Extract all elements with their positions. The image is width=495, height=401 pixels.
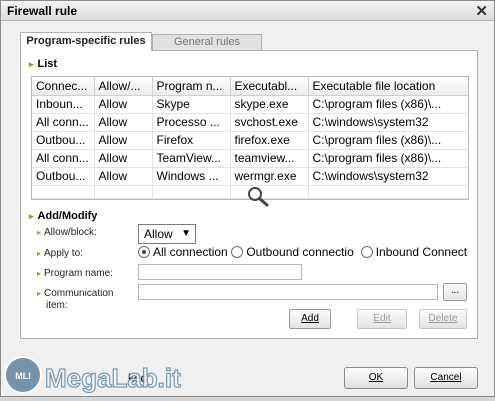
svg-text:MegaLab.it: MegaLab.it	[45, 363, 181, 393]
table-row[interactable]: Outbou... Allow Firefox firefox.exe C:\p…	[32, 131, 468, 150]
column-header-executable[interactable]: Executabl...	[230, 77, 309, 96]
communication-item-input[interactable]	[138, 284, 438, 300]
list-heading: ▸ List	[29, 58, 58, 70]
apply-to-radio-group: All connection Outbound connectio Inboun…	[138, 245, 468, 261]
cell-connection: Outbou...	[32, 131, 95, 150]
cell-allow-block: Allow	[94, 149, 153, 168]
cell-file-location: C:\program files (x86)\...	[308, 131, 468, 150]
radio-unselected-icon	[231, 246, 244, 258]
chevron-down-icon: ▼	[181, 228, 191, 239]
cell-executable: firefox.exe	[230, 131, 309, 150]
rules-list[interactable]: Connec... Allow/... Program n... Executa…	[31, 76, 469, 200]
add-modify-heading: ▸ Add/Modify	[29, 210, 98, 222]
radio-unselected-icon	[360, 246, 373, 258]
apply-to-label: ▸ Apply to:	[37, 248, 83, 259]
cell-connection: Inboun...	[32, 95, 95, 114]
ok-button[interactable]: OK	[344, 367, 408, 389]
delete-button[interactable]: Delete	[419, 309, 467, 329]
tab-program-specific-rules[interactable]: Program-specific rules	[20, 32, 152, 51]
program-name-input[interactable]	[138, 264, 302, 280]
cell-executable: wermgr.exe	[230, 167, 309, 186]
table-row[interactable]: Outbou... Allow Windows ... wermgr.exe C…	[32, 167, 468, 186]
magnifier-icon	[248, 187, 269, 207]
cell-program-name: TeamView...	[152, 149, 231, 168]
tab-general-rules[interactable]: General rules	[152, 34, 262, 50]
cell-file-location: C:\program files (x86)\...	[308, 95, 468, 114]
cell-program-name: Windows ...	[152, 167, 231, 186]
cell-executable: svchost.exe	[230, 113, 309, 132]
table-row[interactable]: All conn... Allow Processo ... svchost.e…	[32, 113, 468, 132]
allow-block-value: Allow	[144, 227, 173, 241]
cell-executable: teamview...	[230, 149, 309, 168]
edit-button[interactable]: Edit	[357, 309, 407, 329]
radio-selected-icon	[138, 246, 150, 258]
cell-executable: skype.exe	[230, 95, 309, 114]
cell-allow-block: Allow	[94, 95, 153, 114]
radio-outbound-connection[interactable]: Outbound connectio	[231, 245, 357, 259]
rules-panel: ▸ List Connec... Allow/... Program n... E…	[20, 50, 478, 339]
column-header-file-location[interactable]: Executable file location	[308, 77, 468, 96]
cell-connection: All conn...	[32, 113, 95, 132]
allow-block-select[interactable]: Allow ▼	[138, 224, 196, 244]
cell-allow-block: Allow	[94, 167, 153, 186]
bullet-icon: ▸	[29, 211, 34, 221]
rules-table: Connec... Allow/... Program n... Executa…	[32, 77, 468, 199]
megalab-watermark-logo: MLI MegaLab.it	[1, 347, 201, 398]
svg-text:MLI: MLI	[15, 371, 31, 381]
table-row[interactable]: All conn... Allow TeamView... teamview..…	[32, 149, 468, 168]
cell-allow-block: Allow	[94, 113, 153, 132]
cell-file-location: C:\windows\system32	[308, 167, 468, 186]
table-row[interactable]: Inboun... Allow Skype skype.exe C:\progr…	[32, 95, 468, 114]
column-header-allow-block[interactable]: Allow/...	[94, 77, 153, 96]
cell-connection: All conn...	[32, 149, 95, 168]
firewall-rule-window: Firewall rule ✕ Program-specific rules G…	[0, 0, 495, 397]
cell-program-name: Skype	[152, 95, 231, 114]
table-header-row: Connec... Allow/... Program n... Executa…	[32, 77, 468, 96]
radio-inbound-connection[interactable]: Inbound Connectio	[360, 245, 468, 259]
program-name-label: ▸ Program name:	[37, 268, 113, 279]
add-button[interactable]: Add	[289, 309, 331, 329]
column-header-program-name[interactable]: Program n...	[152, 77, 231, 96]
communication-item-label: ▸ Communication item:	[37, 288, 114, 311]
close-icon[interactable]: ✕	[475, 2, 488, 20]
cancel-button[interactable]: Cancel	[414, 367, 478, 389]
cell-file-location: C:\program files (x86)\...	[308, 149, 468, 168]
allow-block-label: ▸ Allow/block:	[37, 227, 97, 238]
cell-allow-block: Allow	[94, 131, 153, 150]
cell-program-name: Processo ...	[152, 113, 231, 132]
cell-program-name: Firefox	[152, 131, 231, 150]
radio-all-connections[interactable]: All connection	[138, 245, 228, 259]
cell-connection: Outbou...	[32, 167, 95, 186]
column-header-connection[interactable]: Connec...	[32, 77, 95, 96]
cell-file-location: C:\windows\system32	[308, 113, 468, 132]
bullet-icon: ▸	[29, 59, 34, 69]
browse-button[interactable]: ...	[443, 283, 467, 301]
window-title: Firewall rule	[7, 4, 78, 18]
title-bar: Firewall rule ✕	[1, 1, 494, 21]
